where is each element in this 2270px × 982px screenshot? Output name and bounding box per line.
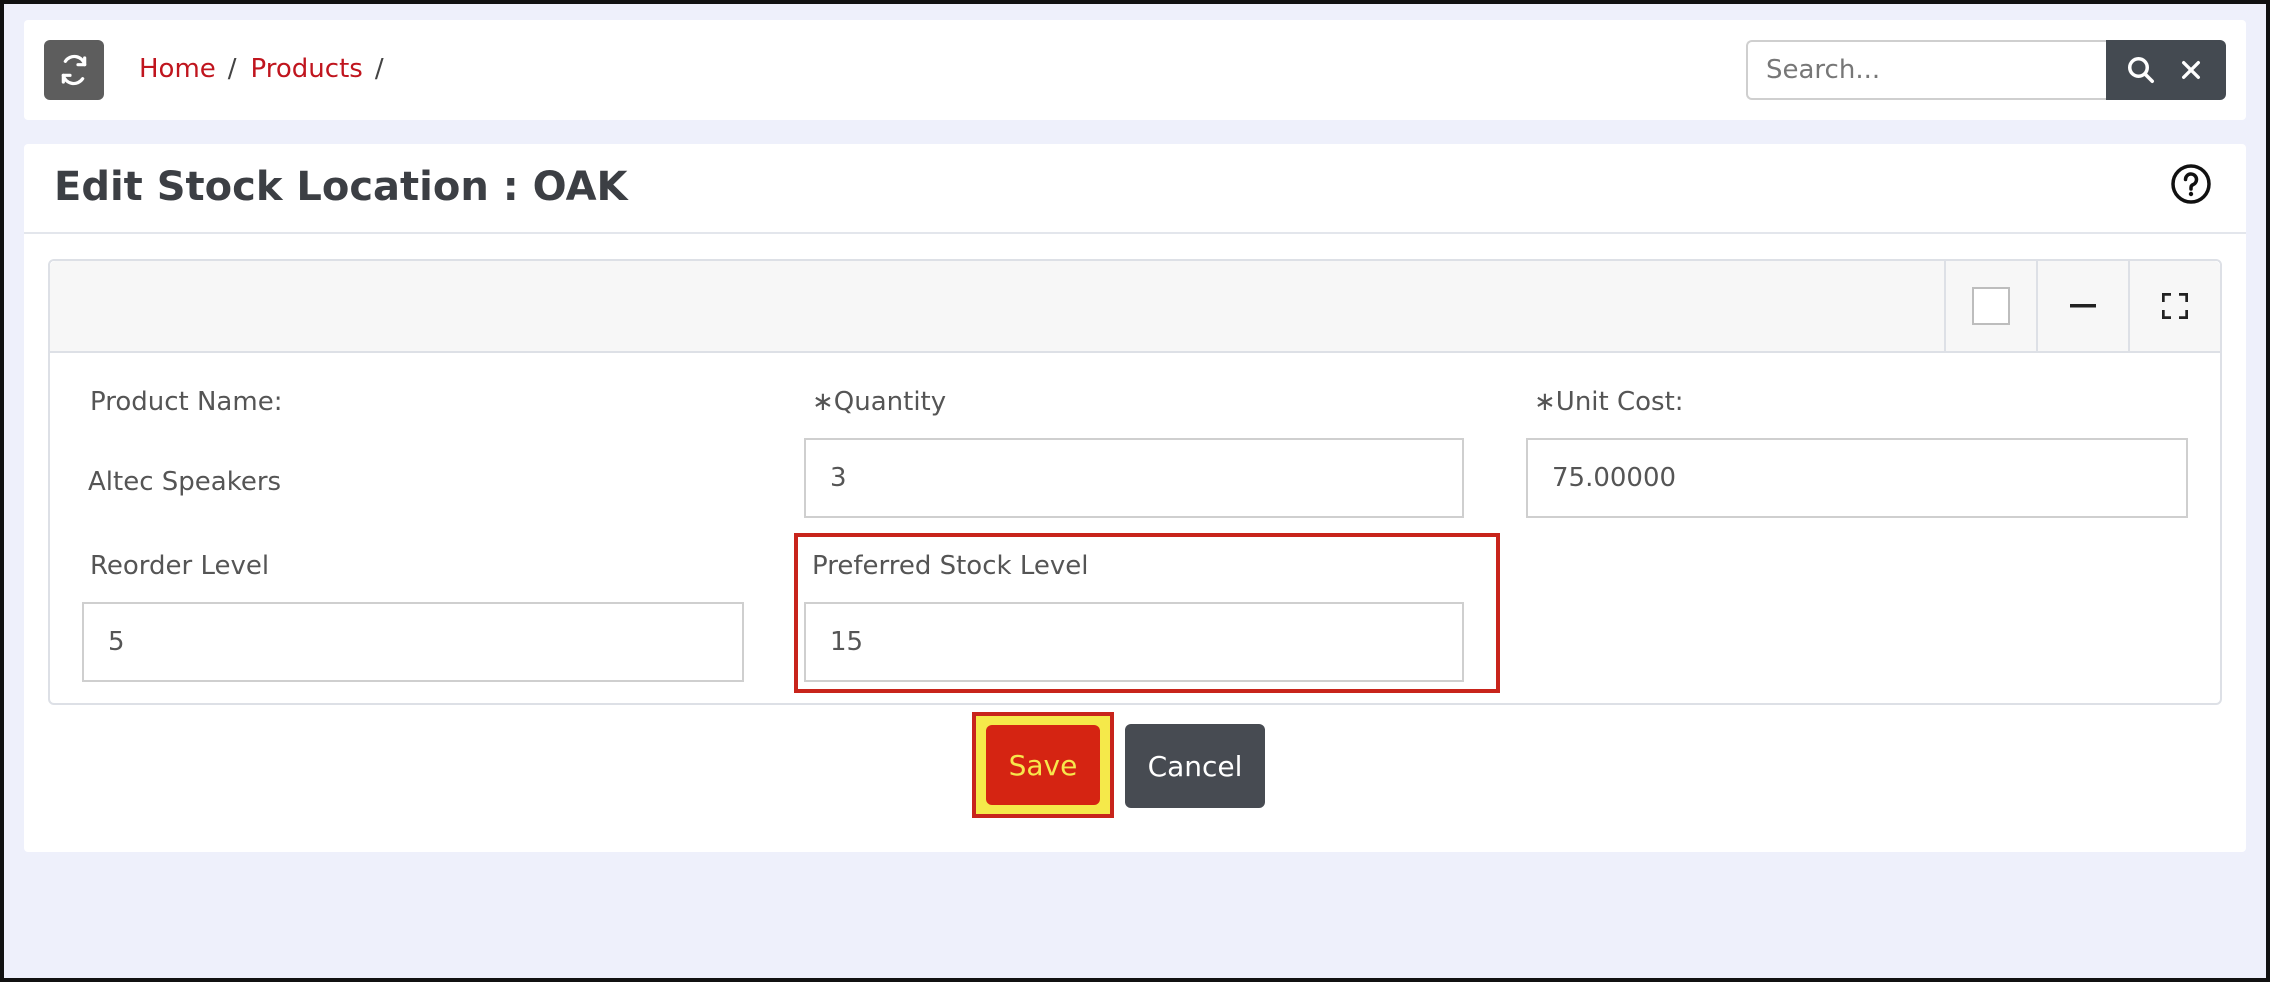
select-checkbox[interactable] [1944,261,2036,351]
app-window: Home / Products / Search... Edit Stock L… [0,0,2270,982]
minimize-button[interactable] [2036,261,2128,351]
quantity-field[interactable] [804,438,1464,518]
breadcrumb-products-link[interactable]: Products [251,54,363,84]
help-icon[interactable] [2170,163,2212,205]
preferred-stock-field[interactable] [804,602,1464,682]
reorder-level-field[interactable] [82,602,744,682]
breadcrumb: Home / Products / [139,51,398,87]
save-button[interactable]: Save [986,725,1100,805]
breadcrumb-separator: / [227,54,237,84]
fullscreen-button[interactable] [2128,261,2220,351]
cancel-button[interactable]: Cancel [1125,724,1265,808]
search-icon[interactable] [2121,50,2161,90]
reorder-level-label: Reorder Level [90,551,270,581]
breadcrumb-home-link[interactable]: Home [139,54,216,84]
stock-form-card: Product Name: ∗Quantity ∗Unit Cost: Alte… [48,259,2222,705]
panel-header: Edit Stock Location : OAK [24,144,2246,234]
product-name-label: Product Name: [90,387,283,417]
unit-cost-field[interactable] [1526,438,2188,518]
page-title: Edit Stock Location : OAK [54,164,628,210]
top-bar: Home / Products / [24,20,2246,120]
unit-cost-label: ∗Unit Cost: [1534,387,1684,417]
minus-icon [2070,303,2096,309]
breadcrumb-separator: / [374,54,384,84]
preferred-stock-label: Preferred Stock Level [812,551,1089,581]
search-group [1746,40,2226,100]
card-tools [1944,261,2220,351]
save-button-highlight: Save [972,712,1114,818]
search-actions [2106,40,2226,100]
expand-icon [2162,293,2188,319]
quantity-label: ∗Quantity [812,387,947,417]
card-toolbar [50,261,2220,353]
main-panel: Edit Stock Location : OAK Product Name: … [24,144,2246,852]
refresh-icon [58,54,90,86]
product-name-value: Altec Speakers [88,467,282,497]
search-input[interactable] [1746,40,2106,100]
checkbox[interactable] [1972,287,2010,325]
refresh-button[interactable] [44,40,104,100]
close-icon[interactable] [2171,50,2211,90]
